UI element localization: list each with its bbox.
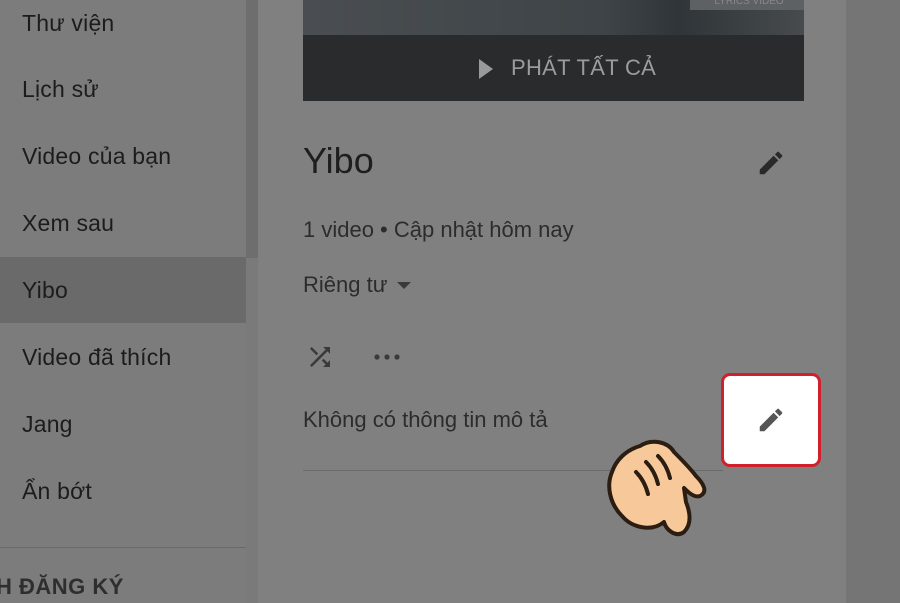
sidebar-item-label: Thư viện: [22, 9, 115, 36]
more-actions-button[interactable]: [372, 345, 402, 369]
playlist-thumbnail[interactable]: LYRICS VIDEO PHÁT TẤT CẢ: [303, 0, 804, 101]
sidebar-scrollbar[interactable]: [246, 0, 258, 258]
sidebar-item-liked-videos[interactable]: Video đã thích: [0, 324, 246, 390]
sidebar-item-history[interactable]: Lịch sử: [0, 56, 246, 122]
playlist-description: Không có thông tin mô tả: [303, 407, 548, 432]
pencil-icon: [759, 151, 783, 175]
play-all-label: PHÁT TẤT CẢ: [511, 55, 657, 80]
caret-down-icon: [397, 281, 412, 289]
sidebar-item-label: Jang: [22, 410, 73, 437]
sidebar-item-show-less[interactable]: Ẩn bớt: [0, 458, 246, 524]
playlist-meta: 1 video • Cập nhật hôm nay: [303, 217, 574, 242]
play-icon: [479, 59, 493, 79]
sidebar-divider: [0, 547, 246, 548]
sidebar-item-your-videos[interactable]: Video của bạn: [0, 123, 246, 189]
shuffle-icon: [310, 347, 330, 367]
sidebar-section-subscriptions: H ĐĂNG KÝ: [0, 574, 124, 599]
more-horiz-icon: [374, 354, 400, 360]
sidebar-item-label: Video của bạn: [22, 142, 172, 169]
content-area: [846, 0, 900, 603]
edit-description-button[interactable]: [721, 373, 821, 467]
privacy-label: Riêng tư: [303, 272, 388, 297]
pencil-icon: [759, 408, 783, 432]
sidebar-item-yibo[interactable]: Yibo: [0, 257, 246, 323]
sidebar-item-watch-later[interactable]: Xem sau: [0, 190, 246, 256]
sidebar-item-label: Lịch sử: [22, 75, 99, 102]
thumbnail-tag: LYRICS VIDEO: [690, 0, 804, 10]
privacy-dropdown[interactable]: Riêng tư: [303, 272, 412, 298]
sidebar-item-label: Ẩn bớt: [22, 477, 92, 504]
sidebar-item-jang[interactable]: Jang: [0, 391, 246, 457]
shuffle-button[interactable]: [305, 342, 335, 372]
play-all-button[interactable]: PHÁT TẤT CẢ: [303, 35, 804, 101]
sidebar-item-label: Video đã thích: [22, 343, 172, 370]
sidebar-item-label: Xem sau: [22, 209, 115, 236]
playlist-title: Yibo: [303, 140, 374, 181]
sidebar-item-label: Yibo: [22, 276, 68, 303]
sidebar-item-library[interactable]: Thư viện: [0, 0, 246, 56]
sidebar: Thư viện Lịch sử Video của bạn Xem sau Y…: [0, 0, 246, 603]
edit-title-button[interactable]: [756, 148, 786, 178]
pointing-hand-icon: [600, 432, 715, 542]
